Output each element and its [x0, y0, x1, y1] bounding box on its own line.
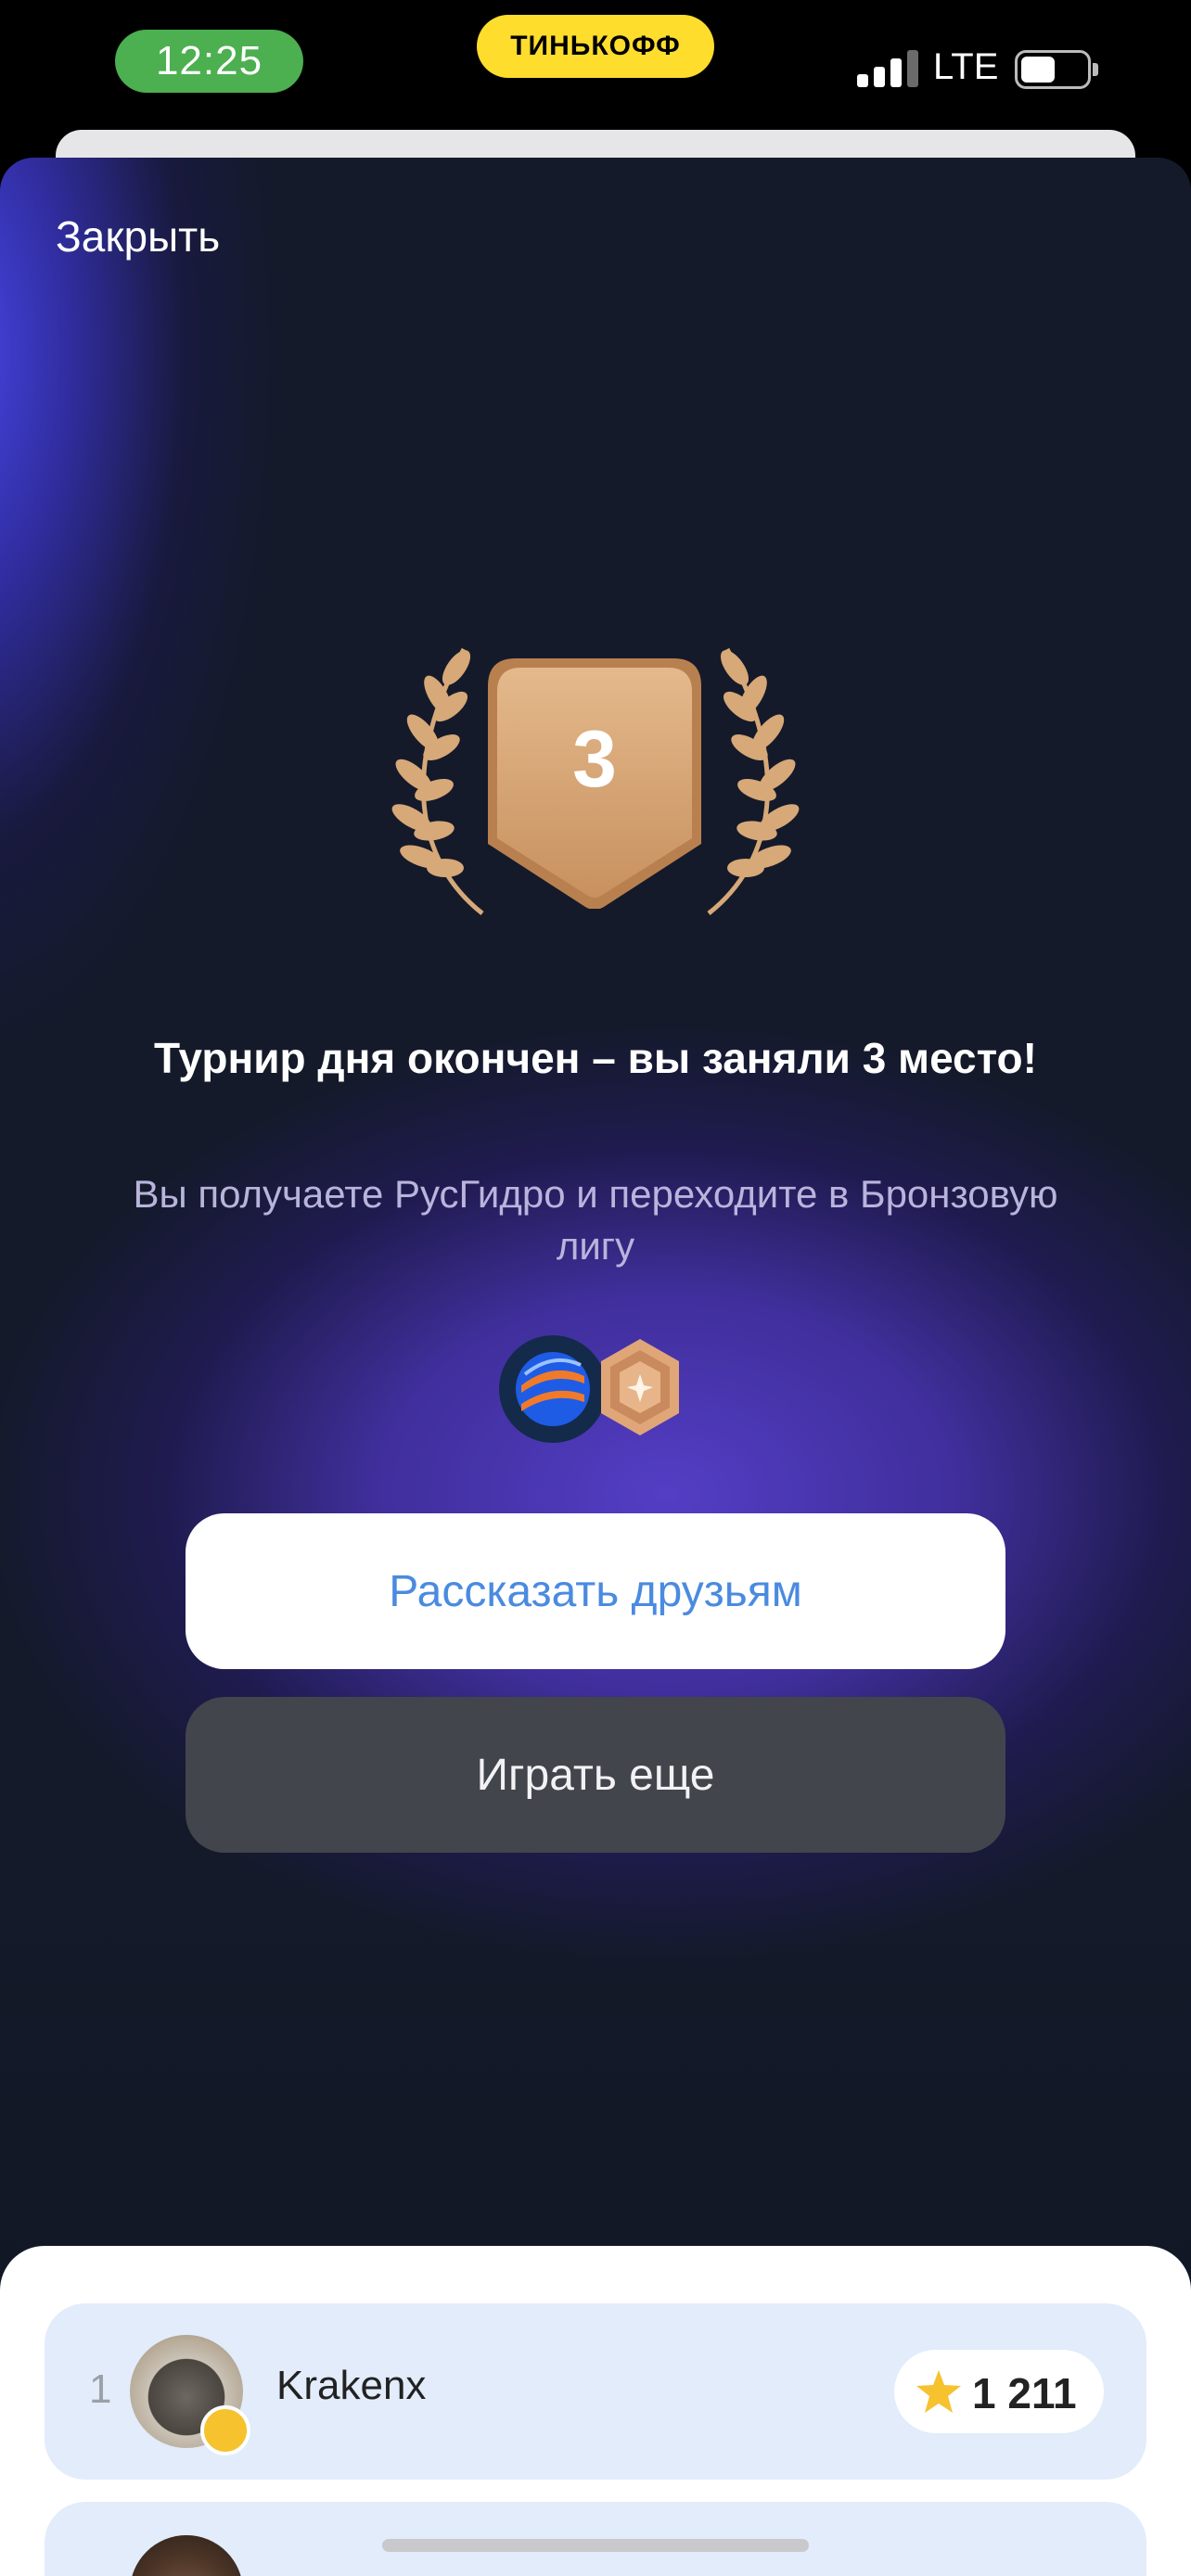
status-bar: 12:25 ТИНЬКОФФ LTE [0, 0, 1191, 130]
laurel-left-icon [391, 647, 484, 915]
close-button[interactable]: Закрыть [56, 211, 220, 261]
score-pill: 1 211 [894, 2350, 1104, 2433]
trophy-icon [200, 2405, 250, 2455]
bank-badge: ТИНЬКОФФ [477, 15, 714, 78]
avatar [130, 2535, 243, 2576]
player-score: 1 211 [972, 2369, 1077, 2417]
share-with-friends-button[interactable]: Рассказать друзьям [186, 1513, 1005, 1669]
play-again-button[interactable]: Играть еще [186, 1697, 1005, 1853]
player-name: Krakenx [276, 2363, 427, 2408]
network-type: LTE [933, 46, 999, 87]
laurel-right-icon [707, 647, 800, 915]
tournament-result-modal: Закрыть 3 Турнир дня окончен – вы заняли… [0, 158, 1191, 2576]
leaderboard-row[interactable]: 1 Krakenx 1 211 [45, 2303, 1146, 2480]
bronze-league-icon [601, 1339, 679, 1435]
home-indicator [382, 2539, 809, 2552]
signal-icon [857, 50, 918, 87]
battery-icon [1015, 50, 1098, 89]
status-time: 12:25 [115, 30, 303, 93]
player-rank: 1 [89, 2366, 112, 2412]
result-headline: Турнир дня окончен – вы заняли 3 место! [154, 1034, 1037, 1082]
star-icon [916, 2370, 961, 2413]
result-subtitle: Вы получаете РусГидро и переходите в Бро… [133, 1172, 1058, 1268]
rushydro-logo-icon [499, 1335, 607, 1443]
leaderboard-sheet: 1 Krakenx 1 211 [0, 2246, 1191, 2576]
screen: 12:25 ТИНЬКОФФ LTE Закрыть 3 Турнир дня … [0, 0, 1191, 2576]
place-number: 3 [572, 715, 617, 804]
